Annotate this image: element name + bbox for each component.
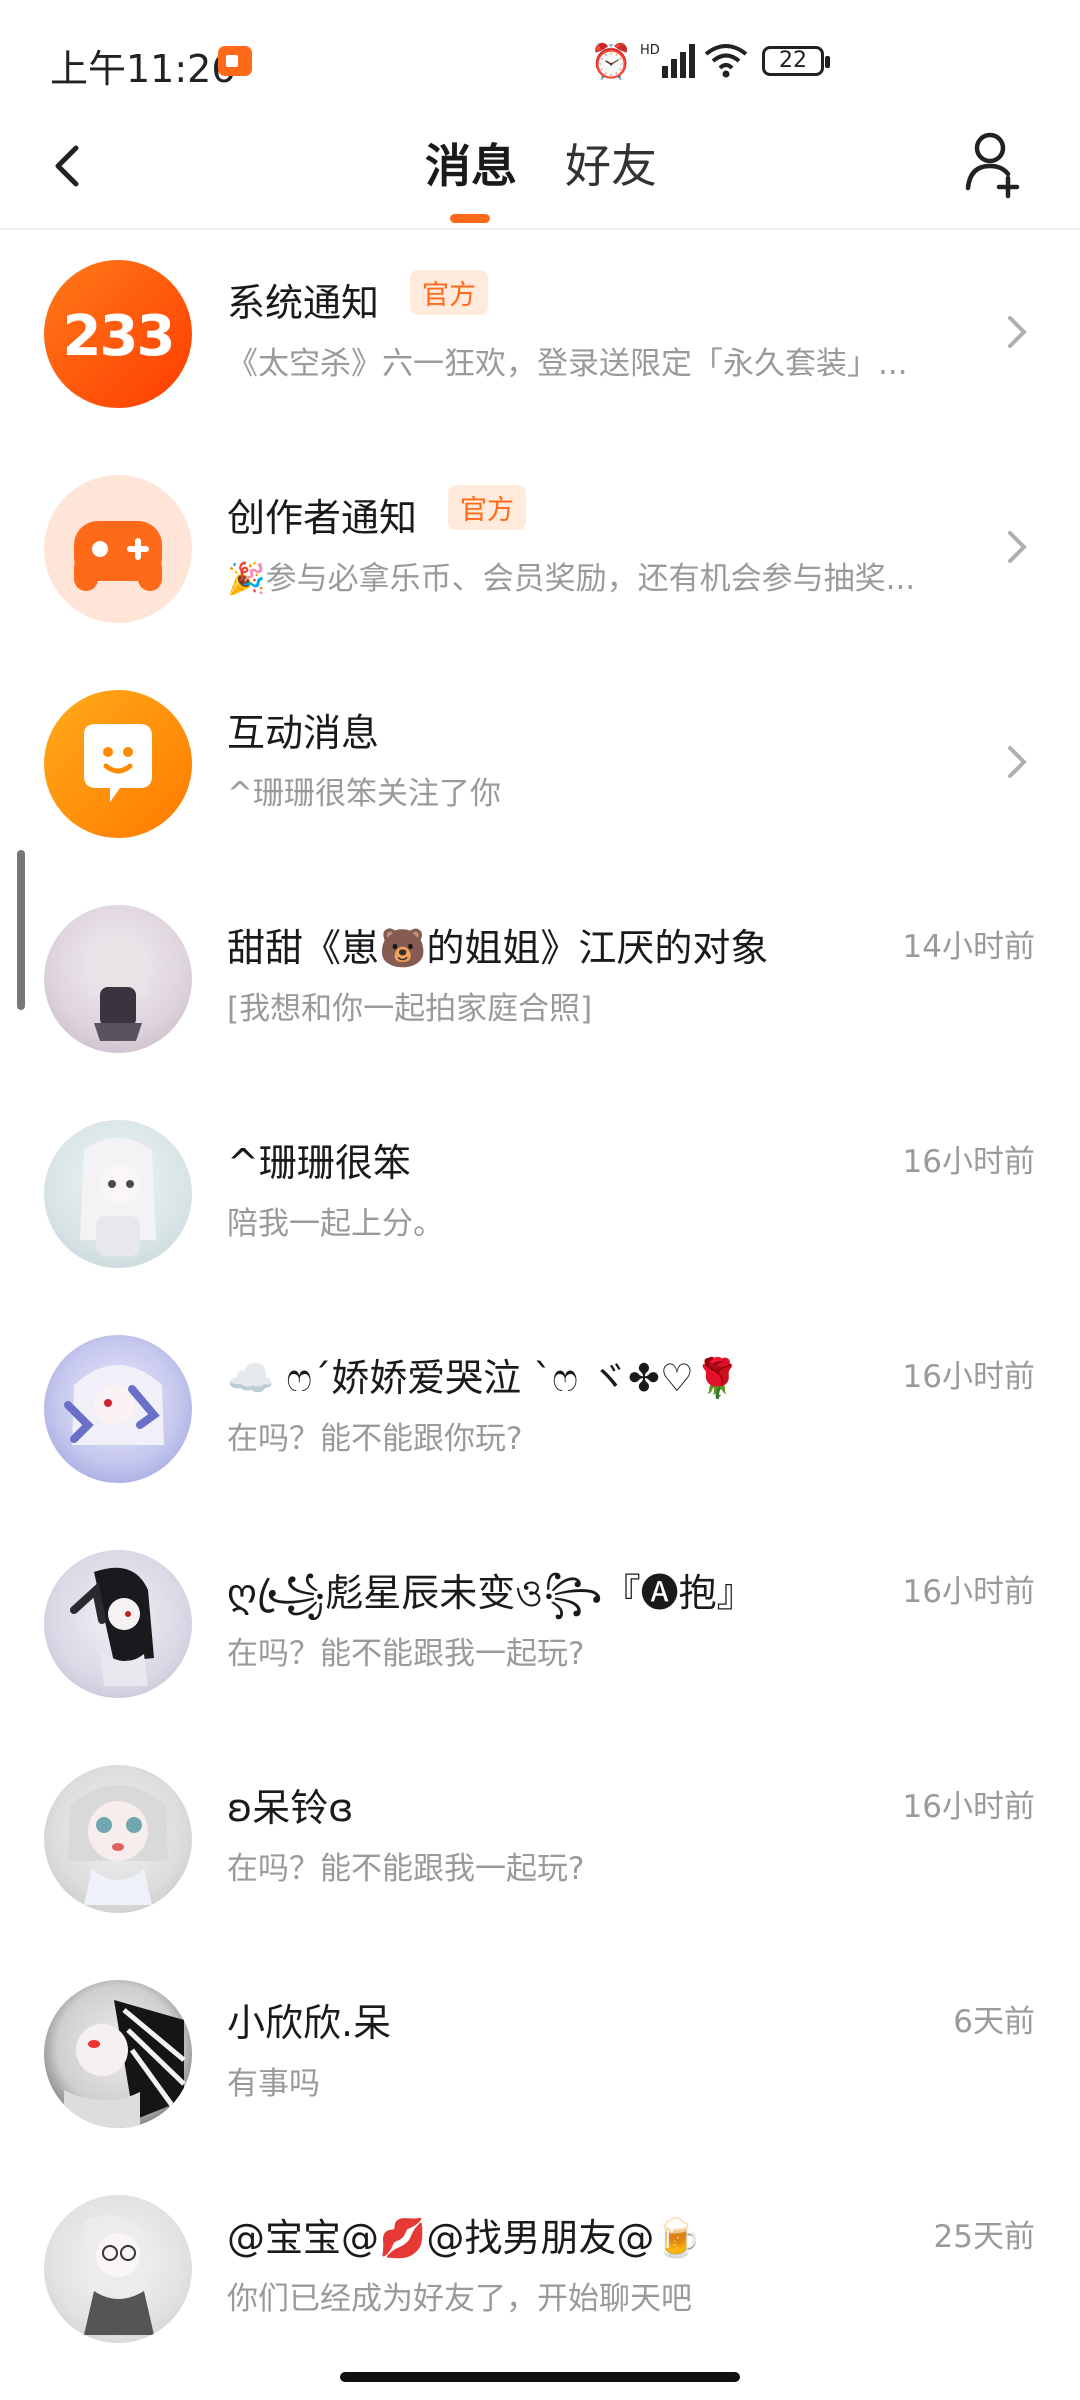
user-avatar — [44, 1335, 192, 1483]
notification-preview: ^珊珊很笨关注了你 — [227, 776, 501, 812]
chat-time: 16小时前 — [902, 1359, 1035, 1395]
chat-last-message: 陪我一起上分。 — [227, 1206, 444, 1242]
chat-time: 14小时前 — [902, 929, 1035, 965]
user-avatar — [44, 1980, 192, 2128]
chevron-right-icon — [1008, 531, 1027, 563]
notification-title: 系统通知 — [227, 281, 380, 325]
chat-last-message: 在吗？能不能跟我一起玩? — [227, 1636, 585, 1672]
chevron-right-icon — [1008, 316, 1027, 348]
logo-233: 233 — [62, 304, 176, 369]
chat-name: ^珊珊很笨 — [227, 1141, 411, 1185]
chat-name: 小欣欣.呆 — [227, 2001, 392, 2045]
chat-row[interactable]: ☁️ ෆ´娇娇爱哭泣 `ෆ ヾ✤♡🌹 在吗？能不能跟你玩? 16小时前 — [0, 1305, 1080, 1520]
chat-last-message: [我想和你一起拍家庭合照] — [227, 991, 593, 1027]
notification-preview: 《太空杀》六一狂欢，登录送限定「永久套装」... — [227, 346, 908, 382]
chat-name: @宝宝@💋@找男朋友@🍺 — [227, 2216, 702, 2260]
message-list: 233 系统通知 官方 《太空杀》六一狂欢，登录送限定「永久套装」... 创作者… — [0, 230, 1080, 2380]
notification-title: 互动消息 — [227, 711, 380, 755]
scrollbar[interactable] — [17, 850, 25, 1010]
interaction-notification-avatar — [44, 690, 192, 838]
chat-row[interactable]: ʚ呆铃ɞ 在吗？能不能跟我一起玩? 16小时前 — [0, 1735, 1080, 1950]
chat-row[interactable]: @宝宝@💋@找男朋友@🍺 你们已经成为好友了，开始聊天吧 25天前 — [0, 2165, 1080, 2380]
chat-row[interactable]: ^珊珊很笨 陪我一起上分。 16小时前 — [0, 1090, 1080, 1305]
chat-name: ʚ呆铃ɞ — [227, 1786, 354, 1830]
chat-last-message: 你们已经成为好友了，开始聊天吧 — [227, 2281, 692, 2317]
status-time: 上午11:26 — [50, 47, 236, 91]
home-indicator[interactable] — [340, 2372, 740, 2382]
gamepad-icon — [74, 521, 162, 591]
chat-last-message: 在吗？能不能跟你玩? — [227, 1421, 523, 1457]
active-tab-indicator — [450, 214, 490, 223]
chat-time: 16小时前 — [902, 1789, 1035, 1825]
chat-row[interactable]: 甜甜《崽🐻的姐姐》江厌的对象 [我想和你一起拍家庭合照] 14小时前 — [0, 875, 1080, 1090]
status-bar: 上午11:26 ⏰ HD 22 — [0, 0, 1080, 120]
system-notification-row[interactable]: 233 系统通知 官方 《太空杀》六一狂欢，登录送限定「永久套装」... — [0, 230, 1080, 445]
user-avatar — [44, 2195, 192, 2343]
network-label: HD — [640, 43, 660, 58]
user-avatar — [44, 1550, 192, 1698]
interaction-notification-row[interactable]: 互动消息 ^珊珊很笨关注了你 — [0, 660, 1080, 875]
chat-time: 16小时前 — [902, 1574, 1035, 1610]
creator-notification-row[interactable]: 创作者通知 官方 🎉参与必拿乐币、会员奖励，还有机会参与抽奖... — [0, 445, 1080, 660]
top-navigation: 消息 好友 — [0, 120, 1080, 230]
chat-time: 25天前 — [933, 2219, 1035, 2255]
chat-name: ☁️ ෆ´娇娇爱哭泣 `ෆ ヾ✤♡🌹 — [227, 1356, 742, 1400]
chat-time: 6天前 — [953, 2004, 1035, 2040]
chevron-right-icon — [1008, 746, 1027, 778]
battery-icon: 22 — [762, 46, 830, 76]
chat-name: 甜甜《崽🐻的姐姐》江厌的对象 — [227, 926, 769, 970]
wifi-icon — [704, 42, 748, 87]
tab-messages[interactable]: 消息 — [425, 130, 517, 196]
creator-notification-avatar — [44, 475, 192, 623]
official-badge: 官方 — [410, 270, 488, 315]
add-friend-icon[interactable] — [962, 128, 1026, 200]
system-notification-avatar: 233 — [44, 260, 192, 408]
chat-time: 16小时前 — [902, 1144, 1035, 1180]
screen-record-icon — [218, 46, 252, 76]
chat-last-message: 在吗？能不能跟我一起玩? — [227, 1851, 585, 1887]
chat-bubble-icon — [84, 724, 152, 802]
alarm-icon: ⏰ — [590, 42, 633, 82]
chat-last-message: 有事吗 — [227, 2066, 320, 2102]
user-avatar — [44, 1120, 192, 1268]
chat-row[interactable]: ღ꧁ꦿ彪星辰未变ও꧂『🅐抱』 在吗？能不能跟我一起玩? 16小时前 — [0, 1520, 1080, 1735]
user-avatar — [44, 1765, 192, 1913]
user-avatar — [44, 905, 192, 1053]
notification-preview: 🎉参与必拿乐币、会员奖励，还有机会参与抽奖... — [227, 561, 916, 597]
tab-friends[interactable]: 好友 — [565, 130, 657, 196]
notification-title: 创作者通知 — [227, 496, 418, 540]
back-icon[interactable] — [40, 136, 100, 196]
signal-icon: HD — [640, 43, 695, 78]
official-badge: 官方 — [448, 485, 526, 530]
chat-row[interactable]: 小欣欣.呆 有事吗 6天前 — [0, 1950, 1080, 2165]
